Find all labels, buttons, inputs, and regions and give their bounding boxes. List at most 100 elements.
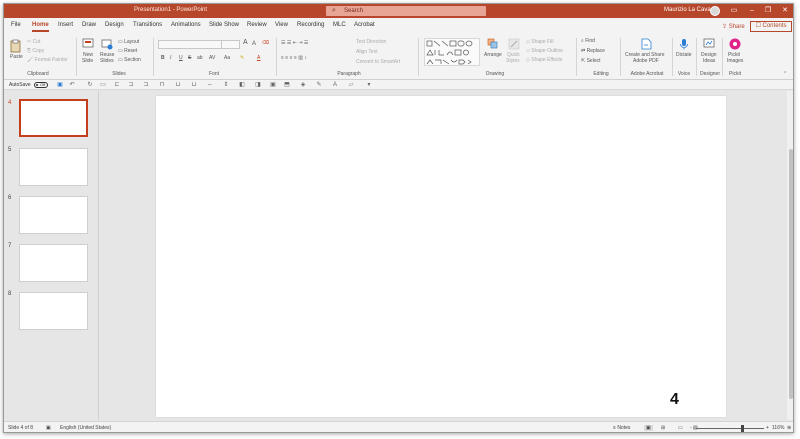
zoom-out-button[interactable]: - <box>690 425 692 431</box>
arrange-button[interactable]: Arrange <box>484 52 502 58</box>
shape-effects-button[interactable]: ◇ Shape Effects <box>526 57 562 63</box>
arrange-icon[interactable] <box>487 38 499 50</box>
reuse-slides-icon[interactable] <box>101 38 113 50</box>
spelling-icon[interactable]: ▣ <box>46 425 51 431</box>
redo-icon[interactable]: ↻ <box>87 82 93 88</box>
group-icon[interactable]: ▣ <box>270 82 276 88</box>
align-right-icon[interactable]: ⊐ <box>143 82 149 88</box>
slide-canvas[interactable]: 4 <box>156 96 726 417</box>
shapes-icon[interactable]: ⬒ <box>284 82 290 88</box>
tab-file[interactable]: File <box>11 22 21 28</box>
highlight-icon[interactable]: ✎ <box>240 55 244 61</box>
cut-button[interactable]: ✂ Cut <box>27 39 40 45</box>
italic-button[interactable]: I <box>170 55 171 61</box>
tab-transitions[interactable]: Transitions <box>133 22 162 28</box>
design-ideas-label-2[interactable]: Ideas <box>703 58 715 64</box>
slide-number-text[interactable]: 4 <box>670 391 679 409</box>
find-button[interactable]: ⌕ Find <box>581 38 595 44</box>
dictate-button[interactable]: Dictate <box>676 52 692 58</box>
undo-icon[interactable]: ↶ <box>69 82 75 88</box>
format-painter-button[interactable]: 🖌 Format Painter <box>27 57 68 63</box>
align-center-icon[interactable]: ⊐ <box>128 82 134 88</box>
close-button[interactable]: ✕ <box>777 5 793 17</box>
autosave-toggle[interactable]: Off <box>34 82 48 88</box>
underline-button[interactable]: U <box>179 55 183 61</box>
tab-home[interactable]: Home <box>32 22 49 32</box>
slide-thumbnail[interactable] <box>19 196 88 234</box>
avatar[interactable] <box>710 6 720 16</box>
tab-insert[interactable]: Insert <box>58 22 73 28</box>
tab-design[interactable]: Design <box>105 22 124 28</box>
zoom-slider-thumb[interactable] <box>741 425 744 432</box>
paste-button[interactable]: Paste <box>10 54 23 60</box>
slide-thumbnail[interactable] <box>19 148 88 186</box>
bullets-icon[interactable]: ☰ ☰ ⇤ ⇥ ☰ <box>281 40 308 46</box>
shape-fill-icon[interactable]: ◈ <box>300 82 306 88</box>
section-button[interactable]: ▭ Section <box>118 57 141 63</box>
vertical-scrollbar[interactable] <box>787 91 793 420</box>
text-direction-button[interactable]: Text Direction <box>356 39 386 45</box>
reuse-slides-label-2[interactable]: Slides <box>100 58 114 64</box>
tab-animations[interactable]: Animations <box>171 22 201 28</box>
slide-thumbnail[interactable] <box>19 244 88 282</box>
minimize-button[interactable]: – <box>744 5 760 17</box>
zoom-level[interactable]: 116% <box>772 425 784 431</box>
shape-fill-button[interactable]: ◇ Shape Fill <box>526 39 553 45</box>
align-left-icon[interactable]: ⊏ <box>114 82 120 88</box>
reset-button[interactable]: ▭ Reset <box>118 48 137 54</box>
microphone-icon[interactable] <box>678 38 690 50</box>
language-label[interactable]: English (United States) <box>60 425 111 431</box>
strikethrough-button[interactable]: S <box>188 55 191 61</box>
tab-draw[interactable]: Draw <box>82 22 96 28</box>
slide-thumbnail[interactable] <box>19 292 88 330</box>
tab-review[interactable]: Review <box>247 22 267 28</box>
tab-view[interactable]: View <box>275 22 288 28</box>
shapes-gallery[interactable] <box>424 38 480 66</box>
save-icon[interactable]: ▣ <box>57 82 63 88</box>
design-ideas-icon[interactable] <box>703 38 715 50</box>
ribbon-options-button[interactable]: ▭ <box>726 5 742 17</box>
align-top-icon[interactable]: ⊓ <box>159 82 165 88</box>
scrollbar-thumb[interactable] <box>789 149 793 399</box>
shape-outline-button[interactable]: ▱ Shape Outline <box>526 48 563 54</box>
font-size-select[interactable] <box>221 40 240 49</box>
quick-styles-button-2[interactable]: Styles <box>506 58 520 64</box>
grow-font-button[interactable]: A <box>243 39 248 46</box>
share-button[interactable]: ⇪ Share <box>722 23 745 30</box>
select-button[interactable]: ⇱ Select <box>581 58 601 64</box>
reading-view-icon[interactable]: ▭ <box>678 425 683 431</box>
paste-icon[interactable] <box>10 39 22 53</box>
shadow-button[interactable]: ab <box>197 55 203 61</box>
distribute-h-icon[interactable]: ⇔ <box>207 82 213 88</box>
bold-button[interactable]: B <box>161 55 165 61</box>
search-box[interactable]: ⌕ Search <box>326 6 486 16</box>
adobe-pdf-icon[interactable] <box>640 38 652 50</box>
shape-outline-icon[interactable]: ✎ <box>316 82 322 88</box>
distribute-v-icon[interactable]: ⇕ <box>223 82 229 88</box>
bring-forward-icon[interactable]: ◧ <box>239 82 245 88</box>
slide-sorter-icon[interactable]: ⊞ <box>661 425 665 431</box>
quick-styles-icon[interactable] <box>508 38 520 50</box>
tab-recording[interactable]: Recording <box>297 22 324 28</box>
zoom-slider[interactable] <box>696 428 764 429</box>
char-spacing-button[interactable]: AV <box>209 55 215 61</box>
notes-button[interactable]: ≡ Notes <box>613 425 630 431</box>
start-presentation-icon[interactable]: ▭ <box>100 82 106 88</box>
font-color-icon[interactable]: A <box>257 55 260 61</box>
collapse-ribbon-icon[interactable]: ⌃ <box>783 71 787 77</box>
font-color-qat-icon[interactable]: A <box>332 82 338 88</box>
customize-qat-icon[interactable]: ▾ <box>366 82 372 88</box>
align-bottom-icon[interactable]: ⊔ <box>191 82 197 88</box>
change-case-button[interactable]: Aa <box>224 55 230 61</box>
copy-button[interactable]: ⎘ Copy <box>27 48 44 54</box>
format-shape-icon[interactable]: ▱ <box>348 82 354 88</box>
normal-view-icon[interactable]: ▣ <box>644 425 653 431</box>
tab-mlc[interactable]: MLC <box>333 22 346 28</box>
contents-button[interactable]: ☐ Contents <box>750 21 792 32</box>
tab-slide-show[interactable]: Slide Show <box>209 22 239 28</box>
slide-thumbnail[interactable] <box>19 99 88 137</box>
smartart-button[interactable]: Convert to SmartArt <box>356 59 400 65</box>
create-pdf-label-2[interactable]: Adobe PDF <box>633 58 659 64</box>
user-name[interactable]: Maurizio La Cava <box>664 7 711 13</box>
layout-button[interactable]: ▭ Layout <box>118 39 139 45</box>
